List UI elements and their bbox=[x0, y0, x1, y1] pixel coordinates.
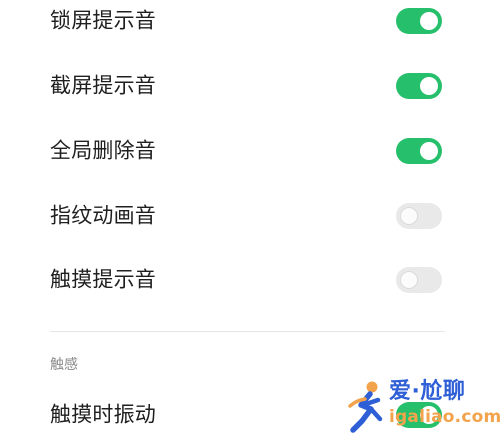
setting-row-touch-vibration[interactable]: 触摸时振动 bbox=[0, 383, 502, 447]
toggle-thumb-icon bbox=[420, 142, 438, 160]
setting-label-lock-screen-sound: 锁屏提示音 bbox=[50, 8, 156, 33]
setting-label-screenshot-sound: 截屏提示音 bbox=[50, 73, 156, 98]
setting-row-fingerprint-animation-sound[interactable]: 指纹动画音 bbox=[0, 184, 502, 248]
toggle-lock-screen-sound[interactable] bbox=[396, 8, 442, 34]
toggle-touch-vibration[interactable] bbox=[396, 402, 442, 428]
toggle-global-delete-sound[interactable] bbox=[396, 138, 442, 164]
setting-label-fingerprint-animation-sound: 指纹动画音 bbox=[50, 203, 156, 228]
setting-label-touch-vibration: 触摸时振动 bbox=[50, 402, 156, 427]
setting-row-touch-sound[interactable]: 触摸提示音 bbox=[0, 248, 502, 312]
toggle-thumb-icon bbox=[400, 271, 418, 289]
section-divider bbox=[50, 331, 445, 332]
toggle-thumb-icon bbox=[420, 12, 438, 30]
toggle-thumb-icon bbox=[400, 207, 418, 225]
toggle-thumb-icon bbox=[420, 77, 438, 95]
setting-row-global-delete-sound[interactable]: 全局删除音 bbox=[0, 119, 502, 183]
toggle-touch-sound[interactable] bbox=[396, 267, 442, 293]
toggle-thumb-icon bbox=[420, 406, 438, 424]
settings-list: 锁屏提示音 截屏提示音 全局删除音 指纹动画音 触摸提示音 触感 触摸时振动 bbox=[0, 0, 502, 447]
setting-row-lock-screen-sound[interactable]: 锁屏提示音 bbox=[0, 0, 502, 53]
setting-label-touch-sound: 触摸提示音 bbox=[50, 267, 156, 292]
toggle-fingerprint-animation-sound[interactable] bbox=[396, 203, 442, 229]
toggle-screenshot-sound[interactable] bbox=[396, 73, 442, 99]
setting-row-screenshot-sound[interactable]: 截屏提示音 bbox=[0, 54, 502, 118]
setting-label-global-delete-sound: 全局删除音 bbox=[50, 138, 156, 163]
section-title-haptics: 触感 bbox=[50, 357, 78, 373]
